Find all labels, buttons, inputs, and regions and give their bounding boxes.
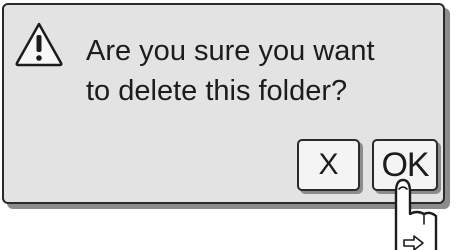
cancel-button[interactable]: X xyxy=(297,139,360,191)
dialog-message-line-1: Are you sure you want xyxy=(86,35,375,67)
confirm-delete-dialog: Are you sure you want to delete this fol… xyxy=(2,3,445,204)
dialog-message-line-2: to delete this folder? xyxy=(86,75,348,107)
dialog-message: Are you sure you want to delete this fol… xyxy=(86,31,436,111)
hand-pointer-icon xyxy=(394,178,438,250)
warning-triangle-icon xyxy=(15,22,63,67)
